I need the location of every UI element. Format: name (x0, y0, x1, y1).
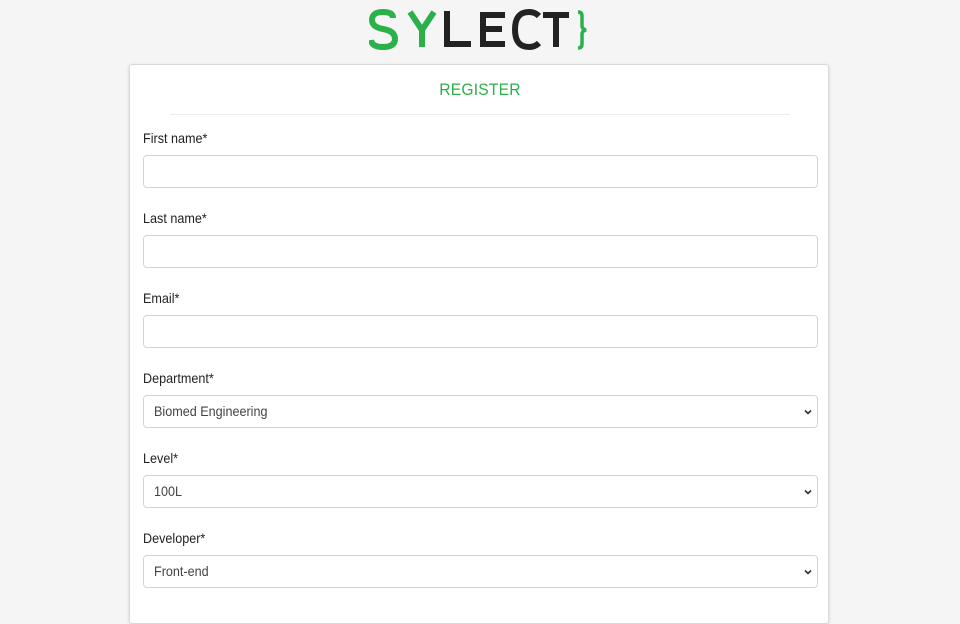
chevron-down-icon (804, 409, 812, 415)
logo-header (0, 8, 960, 52)
email-label: Email* (143, 290, 180, 306)
developer-selected-value: Front-end (154, 563, 209, 579)
level-selected-value: 100L (154, 483, 183, 499)
chevron-down-icon (804, 489, 812, 495)
first-name-label: First name* (143, 130, 208, 146)
level-select[interactable]: 100L (143, 475, 818, 508)
register-card: REGISTER First name* Last name* Email* D… (129, 64, 829, 624)
developer-select[interactable]: Front-end (143, 555, 818, 588)
level-label: Level* (143, 450, 179, 466)
last-name-label: Last name* (143, 210, 207, 226)
first-name-input[interactable] (143, 155, 818, 188)
email-input[interactable] (143, 315, 818, 348)
form-title: REGISTER (169, 65, 791, 115)
last-name-input[interactable] (143, 235, 818, 268)
developer-label: Developer* (143, 530, 206, 546)
chevron-down-icon (804, 569, 812, 575)
sylect-logo (369, 8, 587, 51)
department-label: Department* (143, 370, 214, 386)
department-selected-value: Biomed Engineering (154, 403, 268, 419)
department-select[interactable]: Biomed Engineering (143, 395, 818, 428)
